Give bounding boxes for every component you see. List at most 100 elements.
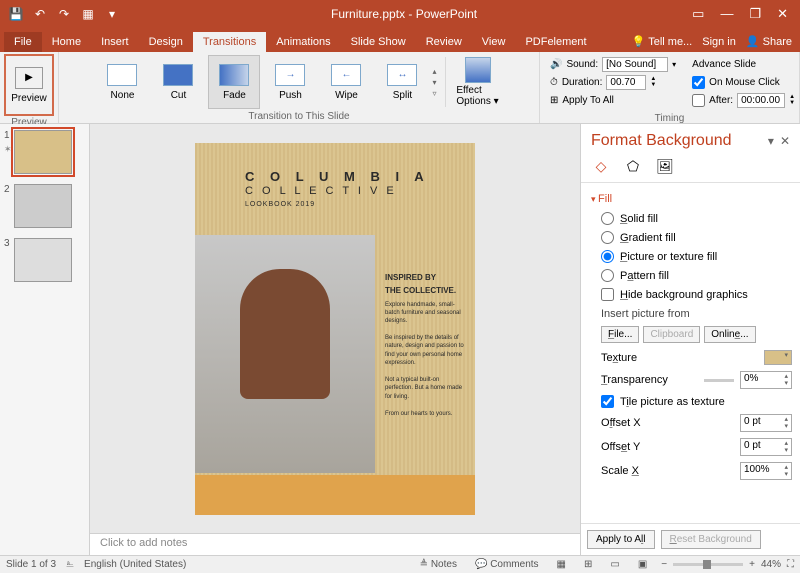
pattern-fill-radio[interactable]: Pattern fill [591, 266, 792, 285]
picture-tab-icon[interactable]: 🖼 [655, 156, 675, 176]
slide-canvas[interactable]: C O L U M B I A C O L L E C T I V E LOOK… [90, 124, 580, 533]
gallery-scroll[interactable]: ▴▾▿ [432, 67, 436, 98]
panel-menu-icon[interactable]: ▾ [768, 134, 774, 148]
tile-checkbox[interactable]: Tile picture as texture [591, 392, 792, 411]
offset-y-input[interactable]: 0 pt▴▾ [740, 438, 792, 456]
slide-sorter-icon[interactable]: ⊞ [580, 559, 596, 570]
file-button[interactable]: File... [601, 326, 639, 343]
transition-cut[interactable]: Cut [152, 55, 204, 109]
tab-slideshow[interactable]: Slide Show [341, 32, 416, 52]
transparency-input[interactable]: 0%▴▾ [740, 371, 792, 389]
restore-icon[interactable]: ❐ [749, 6, 761, 22]
language-status[interactable]: English (United States) [84, 559, 186, 570]
transition-fade[interactable]: Fade [208, 55, 260, 109]
preview-group: ▶ Preview Preview [0, 52, 59, 123]
slide-thumbnails: 1 ✶ 2 3 [0, 124, 90, 555]
picture-fill-radio[interactable]: Picture or texture fill [591, 247, 792, 266]
none-icon [107, 64, 137, 86]
comments-button[interactable]: 💬 Comments [471, 559, 543, 570]
preview-button[interactable]: ▶ Preview [8, 58, 50, 112]
ribbon-display-icon[interactable]: ▭ [692, 6, 704, 22]
panel-close-icon[interactable]: ✕ [780, 134, 790, 148]
minimize-icon[interactable]: — [720, 6, 733, 22]
transition-split[interactable]: ↔Split [376, 55, 428, 109]
transition-push[interactable]: →Push [264, 55, 316, 109]
sound-select[interactable] [602, 57, 668, 72]
solid-fill-radio[interactable]: Solid fill [591, 209, 792, 228]
after-input[interactable] [737, 93, 785, 108]
effects-tab-icon[interactable]: ⬠ [623, 156, 643, 176]
tell-me[interactable]: 💡 Tell me... [632, 35, 693, 48]
redo-icon[interactable]: ↷ [56, 6, 72, 22]
tab-home[interactable]: Home [42, 32, 91, 52]
online-button[interactable]: Online... [704, 326, 755, 343]
slide-footer-band [195, 475, 475, 515]
zoom-level[interactable]: 44% [761, 559, 781, 570]
tab-design[interactable]: Design [139, 32, 193, 52]
texture-label: Texture [601, 352, 758, 364]
tab-insert[interactable]: Insert [91, 32, 139, 52]
on-mouse-click-checkbox[interactable] [692, 76, 705, 89]
apply-all-icon: ⊞ [550, 95, 558, 106]
start-slideshow-icon[interactable]: ▦ [80, 6, 96, 22]
quick-access-toolbar: 💾 ↶ ↷ ▦ ▾ [0, 6, 128, 22]
fill-section[interactable]: Fill [591, 189, 792, 209]
notes-pane[interactable]: Click to add notes [90, 533, 580, 555]
qat-more-icon[interactable]: ▾ [104, 6, 120, 22]
after-spinner[interactable]: ▲▼ [789, 94, 798, 106]
texture-picker[interactable]: ▾ [764, 350, 792, 365]
ribbon: ▶ Preview Preview None Cut Fade →Push ←W… [0, 52, 800, 124]
scale-x-input[interactable]: 100%▴▾ [740, 462, 792, 480]
zoom-slider[interactable] [673, 563, 743, 566]
effect-options-icon [465, 57, 491, 83]
apply-to-all-button[interactable]: Apply to All [587, 530, 655, 549]
slide-counter[interactable]: Slide 1 of 3 [6, 559, 56, 570]
transparency-slider[interactable] [704, 379, 734, 382]
zoom-in-icon[interactable]: + [749, 559, 755, 570]
notes-button[interactable]: ≜ Notes [416, 559, 461, 570]
cut-icon [163, 64, 193, 86]
share-button[interactable]: 👤 Share [746, 35, 792, 48]
fade-icon [219, 64, 249, 86]
apply-to-all-button[interactable]: Apply To All [562, 95, 614, 106]
offset-x-input[interactable]: 0 pt▴▾ [740, 414, 792, 432]
thumbnail-3[interactable]: 3 [6, 238, 83, 282]
duration-input[interactable] [606, 75, 646, 90]
normal-view-icon[interactable]: ▦ [553, 559, 570, 570]
timing-group: 🔊 Sound: ▾ ⏱ Duration: ▲▼ ⊞ Apply To All [540, 52, 800, 123]
tab-file[interactable]: File [4, 32, 42, 52]
effect-options-button[interactable]: EffectOptions ▾ [454, 57, 502, 107]
reset-background-button: Reset Background [661, 530, 761, 549]
duration-spinner[interactable]: ▲▼ [650, 76, 660, 88]
transition-wipe[interactable]: ←Wipe [320, 55, 372, 109]
close-icon[interactable]: ✕ [777, 6, 788, 22]
zoom-out-icon[interactable]: − [661, 559, 667, 570]
spell-check-icon[interactable]: ⎁ [66, 559, 74, 570]
after-checkbox[interactable] [692, 94, 705, 107]
tab-pdfelement[interactable]: PDFelement [515, 32, 596, 52]
offset-x-label: Offset X [601, 417, 734, 429]
tab-animations[interactable]: Animations [266, 32, 340, 52]
duration-icon: ⏱ [550, 77, 558, 88]
tab-review[interactable]: Review [416, 32, 472, 52]
slideshow-view-icon[interactable]: ▣ [634, 559, 651, 570]
format-background-panel: Format Background ▾✕ ◇ ⬠ 🖼 Fill Solid fi… [580, 124, 800, 555]
slide-caption: LOOKBOOK 2019 [245, 201, 315, 208]
clipboard-button: Clipboard [643, 326, 700, 343]
fill-tab-icon[interactable]: ◇ [591, 156, 611, 176]
fit-to-window-icon[interactable]: ⛶ [787, 559, 794, 570]
tab-view[interactable]: View [472, 32, 516, 52]
tab-transitions[interactable]: Transitions [193, 32, 266, 52]
offset-y-label: Offset Y [601, 441, 734, 453]
thumbnail-1[interactable]: 1 ✶ [6, 130, 83, 174]
hide-bg-checkbox[interactable]: Hide background graphics [591, 285, 792, 304]
ribbon-tabs: File Home Insert Design Transitions Anim… [0, 28, 800, 52]
undo-icon[interactable]: ↶ [32, 6, 48, 22]
save-icon[interactable]: 💾 [8, 6, 24, 22]
gradient-fill-radio[interactable]: Gradient fill [591, 228, 792, 247]
transition-none[interactable]: None [96, 55, 148, 109]
reading-view-icon[interactable]: ▭ [606, 559, 623, 570]
document-title: Furniture.pptx - PowerPoint [128, 7, 680, 21]
sign-in[interactable]: Sign in [702, 36, 736, 48]
thumbnail-2[interactable]: 2 [6, 184, 83, 228]
